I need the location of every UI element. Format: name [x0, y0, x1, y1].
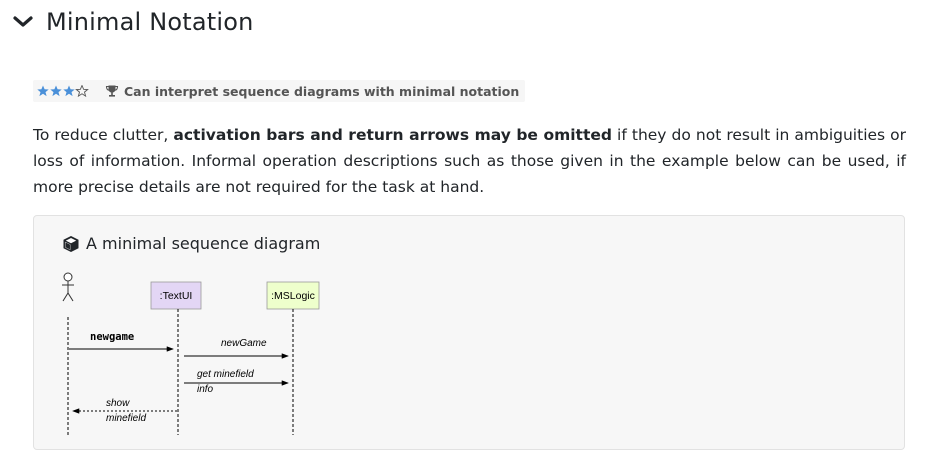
example-box: A minimal sequence diagram :TextUI :MSLo…	[33, 215, 905, 450]
lifeline-label-textui: :TextUI	[160, 290, 193, 302]
message-label-newgame: newgame	[90, 331, 134, 343]
actor-figure	[62, 272, 74, 302]
section-title: Minimal Notation	[46, 8, 254, 36]
difficulty-stars	[37, 85, 93, 97]
message-label-show: show	[106, 398, 130, 409]
sequence-diagram: :TextUI :MSLogic newgame newGame get min…	[62, 272, 320, 435]
paragraph-text: To reduce clutter,	[33, 126, 174, 144]
paragraph-bold-text: activation bars and return arrows may be…	[173, 126, 612, 144]
chevron-down-icon[interactable]	[12, 11, 34, 33]
lifeline-label-mslogic: :MSLogic	[271, 290, 315, 302]
trophy-icon	[105, 85, 119, 97]
star-rating-icon	[37, 85, 89, 97]
learning-outcome-badge: Can interpret sequence diagrams with min…	[33, 80, 526, 102]
message-label-info: info	[197, 384, 214, 395]
badge-text: Can interpret sequence diagrams with min…	[124, 83, 520, 99]
message-label-newGame: newGame	[221, 338, 267, 349]
message-label-minefield: minefield	[106, 413, 146, 424]
section-header[interactable]: Minimal Notation	[12, 8, 254, 36]
message-label-get-minefield: get minefield	[197, 369, 254, 380]
description-paragraph: To reduce clutter, activation bars and r…	[33, 122, 906, 200]
